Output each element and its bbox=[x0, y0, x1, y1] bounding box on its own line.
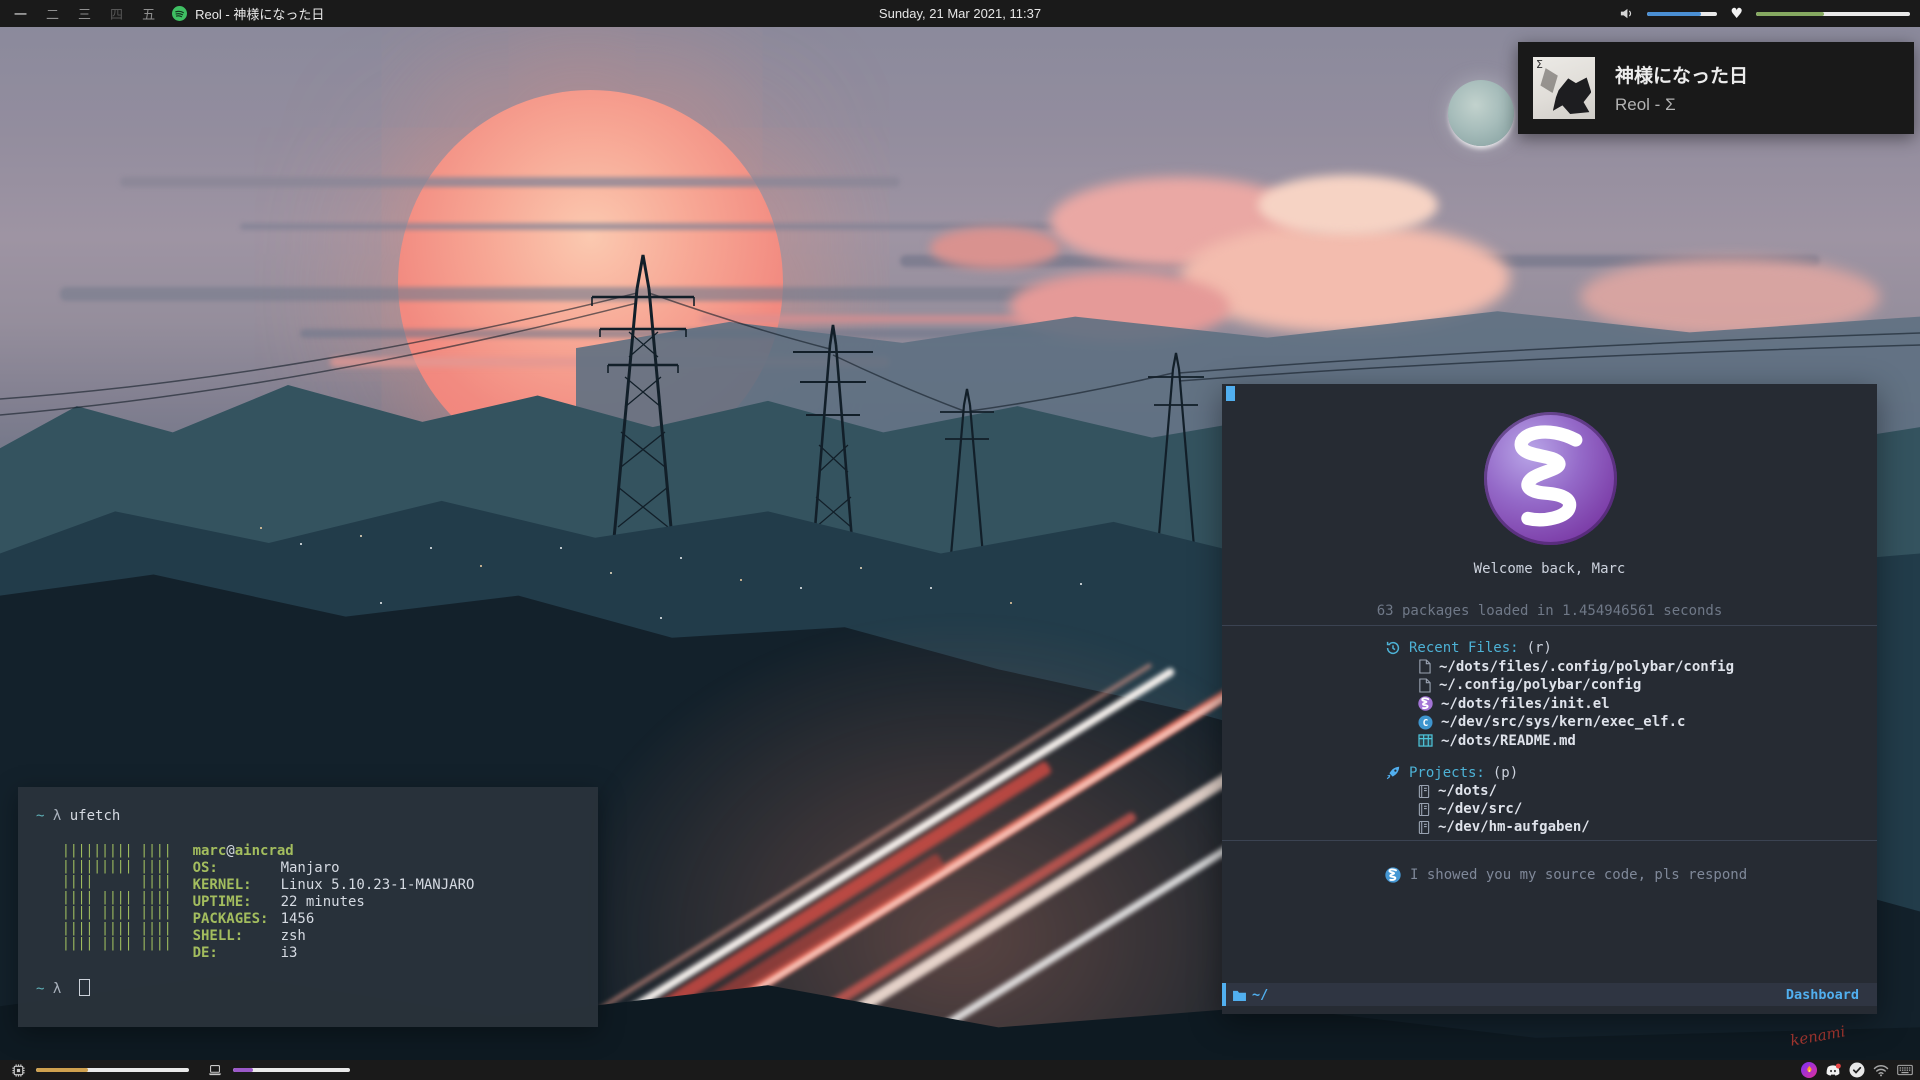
music-notification[interactable]: Σ 神様になった日 Reol - Σ bbox=[1518, 42, 1914, 134]
rocket-icon bbox=[1385, 765, 1401, 781]
recent-file-item[interactable]: C ~/dev/src/sys/kern/exec_elf.c bbox=[1385, 713, 1877, 732]
terminal-prompt[interactable]: ~ λ bbox=[36, 979, 90, 998]
backlight-slider[interactable] bbox=[233, 1068, 350, 1072]
keyboard-icon[interactable] bbox=[1897, 1062, 1913, 1078]
welcome-message: Welcome back, Marc bbox=[1222, 561, 1877, 577]
manjaro-ascii-logo: ||||||||| |||| ||||||||| |||| |||| |||| … bbox=[62, 843, 172, 962]
file-icon bbox=[1418, 678, 1431, 693]
history-icon bbox=[1385, 640, 1401, 656]
file-icon bbox=[1418, 659, 1431, 674]
info-row: DE:i3 bbox=[193, 945, 475, 962]
c-lang-icon: C bbox=[1418, 715, 1433, 730]
recent-file-item[interactable]: ~/dots/README.md bbox=[1385, 732, 1877, 751]
info-row: KERNEL:Linux 5.10.23-1-MANJARO bbox=[193, 877, 475, 894]
bottom-polybar bbox=[0, 1060, 1920, 1080]
emacs-modeline: ~/ Dashboard bbox=[1222, 983, 1877, 1006]
folder-icon bbox=[1232, 989, 1247, 1001]
wifi-icon[interactable] bbox=[1873, 1062, 1889, 1078]
recent-file-item[interactable]: ~/.config/polybar/config bbox=[1385, 676, 1877, 695]
tail-lights bbox=[0, 27, 3, 30]
separator bbox=[1222, 840, 1877, 841]
info-row: SHELL:zsh bbox=[193, 928, 475, 945]
recent-files-section: Recent Files: (r) ~/dots/files/.config/p… bbox=[1222, 639, 1877, 750]
laptop-icon bbox=[207, 1062, 223, 1078]
flame-icon[interactable] bbox=[1801, 1062, 1817, 1078]
user-host: marc@aincrad bbox=[193, 843, 475, 860]
notification-text: 神様になった日 Reol - Σ bbox=[1615, 61, 1748, 115]
dashboard-footer: I showed you my source code, pls respond bbox=[1222, 867, 1877, 883]
cpu-icon bbox=[10, 1062, 26, 1078]
project-item[interactable]: ~/dev/src/ bbox=[1385, 800, 1877, 818]
info-row: UPTIME:22 minutes bbox=[193, 894, 475, 911]
separator bbox=[1222, 625, 1877, 626]
notification-title: 神様になった日 bbox=[1615, 61, 1748, 88]
projects-header: Projects: (p) bbox=[1385, 764, 1877, 782]
footer-quote: I showed you my source code, pls respond bbox=[1410, 867, 1747, 883]
modeline-mode: Dashboard bbox=[1786, 987, 1877, 1003]
discord-icon[interactable] bbox=[1825, 1062, 1841, 1078]
info-row: OS:Manjaro bbox=[193, 860, 475, 877]
emacs-logo bbox=[1484, 412, 1617, 545]
emacs-window[interactable]: Welcome back, Marc 63 packages loaded in… bbox=[1222, 384, 1877, 1014]
clock: Sunday, 21 Mar 2021, 11:37 bbox=[0, 6, 1920, 21]
bottombar-meters bbox=[0, 1062, 350, 1078]
cpu-slider[interactable] bbox=[36, 1068, 189, 1072]
ufetch-output: ||||||||| |||| ||||||||| |||| |||| |||| … bbox=[36, 843, 580, 962]
system-info: marc@aincrad OS:Manjaro KERNEL:Linux 5.1… bbox=[193, 843, 475, 962]
top-polybar: 一 二 三 四 五 Reol - 神様になった日 Sunday, 21 Mar … bbox=[0, 0, 1920, 27]
project-item[interactable]: ~/dev/hm-aufgaben/ bbox=[1385, 818, 1877, 836]
book-icon bbox=[1418, 820, 1430, 835]
modeline-accent-bar bbox=[1222, 983, 1226, 1006]
project-item[interactable]: ~/dots/ bbox=[1385, 782, 1877, 800]
album-sigma-badge: Σ bbox=[1536, 58, 1543, 71]
info-row: PACKAGES:1456 bbox=[193, 911, 475, 928]
system-tray bbox=[1801, 1062, 1920, 1078]
recent-files-header: Recent Files: (r) bbox=[1385, 639, 1877, 658]
check-icon[interactable] bbox=[1849, 1062, 1865, 1078]
album-art: Σ bbox=[1533, 57, 1595, 119]
book-icon bbox=[1418, 802, 1430, 817]
terminal-cursor bbox=[79, 979, 90, 996]
table-icon bbox=[1418, 734, 1433, 747]
svg-text:C: C bbox=[1423, 718, 1429, 729]
emacs-footer-icon bbox=[1385, 867, 1401, 883]
moon bbox=[1448, 80, 1514, 146]
notification-artist: Reol - Σ bbox=[1615, 95, 1748, 115]
emacs-cursor bbox=[1226, 386, 1235, 401]
love-slider[interactable] bbox=[1756, 12, 1910, 16]
volume-slider[interactable] bbox=[1647, 12, 1717, 16]
terminal-command-line: ~ λ ufetch bbox=[36, 807, 580, 825]
book-icon bbox=[1418, 784, 1430, 799]
emacs-file-icon bbox=[1418, 696, 1433, 711]
terminal-window[interactable]: ~ λ ufetch ||||||||| |||| ||||||||| ||||… bbox=[18, 787, 598, 1027]
recent-file-item[interactable]: ~/dots/files/init.el bbox=[1385, 695, 1877, 714]
projects-section: Projects: (p) ~/dots/ ~/dev/src/ ~/dev/h… bbox=[1222, 764, 1877, 836]
load-info: 63 packages loaded in 1.454946561 second… bbox=[1222, 603, 1877, 619]
modeline-path: ~/ bbox=[1252, 987, 1268, 1003]
recent-file-item[interactable]: ~/dots/files/.config/polybar/config bbox=[1385, 658, 1877, 677]
